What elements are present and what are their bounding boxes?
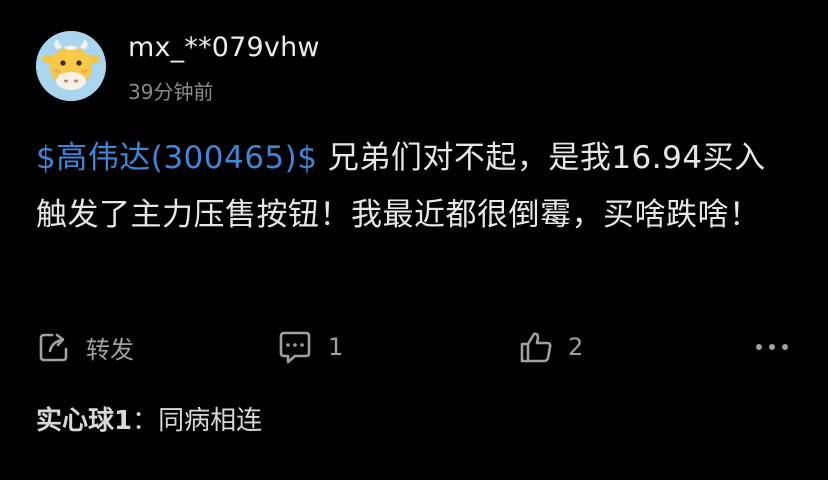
- reply-username[interactable]: 实心球1: [36, 406, 132, 436]
- more-icon: [752, 329, 792, 365]
- thumbs-up-icon: [518, 329, 554, 365]
- username[interactable]: mx_**079vhw: [128, 32, 320, 63]
- comment-count: 1: [328, 333, 344, 361]
- reply-preview[interactable]: 实心球1：同病相连: [36, 400, 262, 437]
- avatar[interactable]: [36, 31, 106, 101]
- cow-icon: [36, 31, 106, 101]
- share-icon: [36, 329, 72, 365]
- post-timestamp: 39分钟前: [128, 80, 214, 104]
- stock-tag-link[interactable]: $高伟达(300465)$: [36, 140, 317, 176]
- repost-label: 转发: [86, 335, 134, 364]
- like-button[interactable]: 2: [518, 327, 583, 367]
- comment-button[interactable]: 1: [276, 327, 343, 367]
- action-bar: 转发 1 2: [0, 327, 828, 367]
- comment-icon: [276, 329, 314, 365]
- post-card: mx_**079vhw 39分钟前 $高伟达(300465)$ 兄弟们对不起，是…: [0, 0, 828, 480]
- post-content: $高伟达(300465)$ 兄弟们对不起，是我16.94买入触发了主力压售按钮！…: [36, 130, 788, 244]
- like-count: 2: [568, 333, 584, 361]
- reply-separator: ：: [132, 406, 159, 436]
- more-options-button[interactable]: [752, 327, 792, 367]
- reply-text: 同病相连: [158, 406, 263, 436]
- repost-button[interactable]: 转发: [36, 327, 134, 367]
